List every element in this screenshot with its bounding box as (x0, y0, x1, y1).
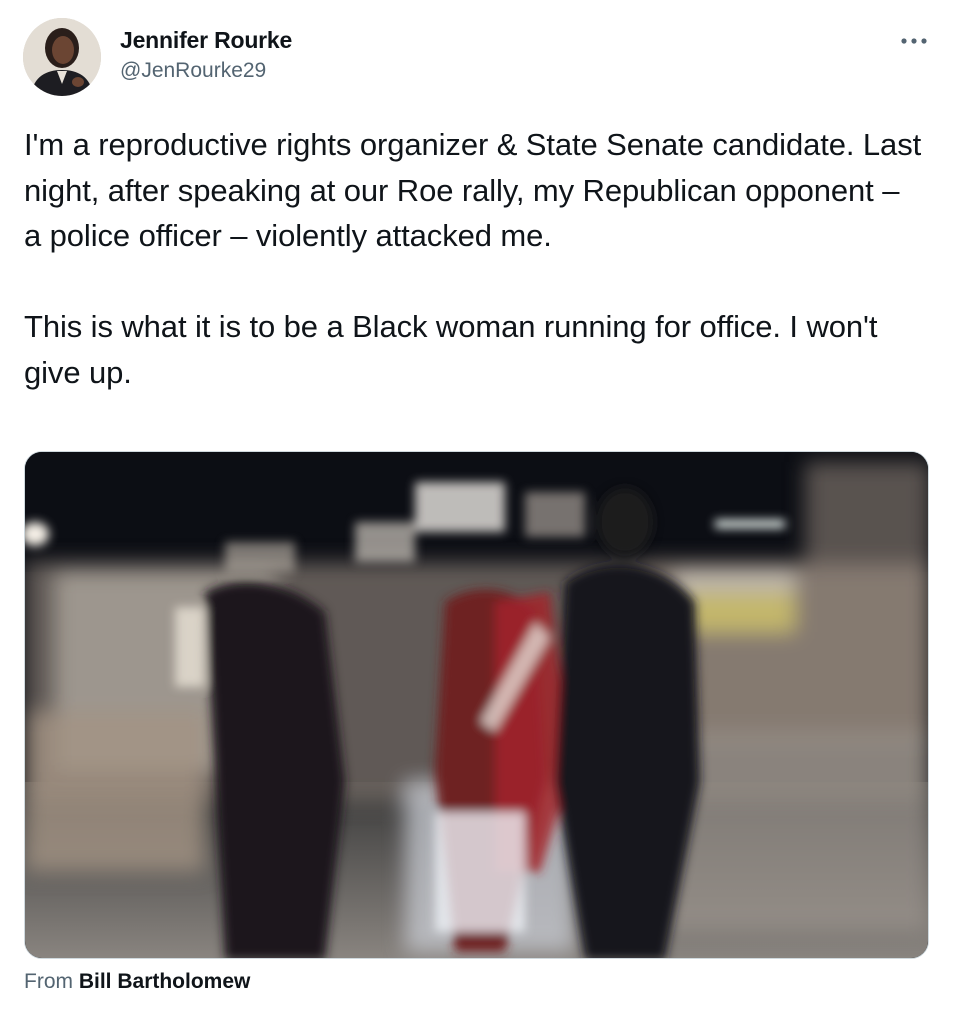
attribution-source[interactable]: Bill Bartholomew (79, 970, 251, 993)
more-icon[interactable] (896, 26, 932, 56)
video-player[interactable] (24, 451, 929, 959)
media-attribution: From Bill Bartholomew (24, 970, 250, 994)
attribution-prefix: From (24, 970, 73, 993)
author-name[interactable]: Jennifer Rourke (120, 27, 292, 54)
avatar[interactable] (23, 18, 101, 96)
author-handle[interactable]: @JenRourke29 (120, 59, 266, 83)
tweet-text: I'm a reproductive rights organizer & St… (24, 127, 922, 390)
video-frame (25, 452, 928, 958)
tweet: Jennifer Rourke @JenRourke29 I'm a repro… (0, 0, 962, 1018)
